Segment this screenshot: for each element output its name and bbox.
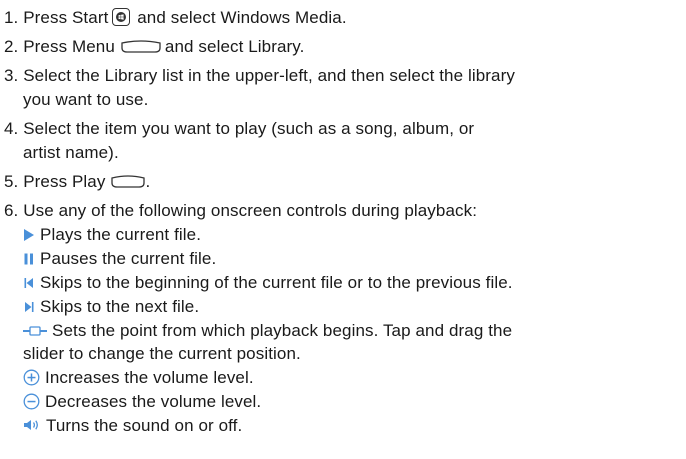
step-3: 3. Select the Library list in the upper-… xyxy=(4,64,682,112)
step-text: Press Menu xyxy=(23,37,115,56)
control-description-continued: slider to change the current position. xyxy=(23,344,301,363)
step-number: 3. xyxy=(4,66,19,85)
control-item-volume-up: Increases the volume level. xyxy=(23,366,682,389)
control-item-volume-down: Decreases the volume level. xyxy=(23,390,682,413)
left-soft-key-icon xyxy=(121,39,161,53)
right-soft-key-icon xyxy=(111,174,146,188)
control-item-seek-slider: Sets the point from which playback begin… xyxy=(23,319,682,365)
control-description: Pauses the current file. xyxy=(40,249,217,268)
step-text-after: and select Windows Media. xyxy=(137,8,347,27)
step-text-continued: artist name). xyxy=(23,143,119,162)
control-item-next: Skips to the next file. xyxy=(23,295,682,318)
control-description: Skips to the next file. xyxy=(40,297,200,316)
control-description: Plays the current file. xyxy=(40,225,202,244)
step-number: 1. xyxy=(4,8,19,27)
instructions-document: 1. Press Start and select Windows Media.… xyxy=(0,0,686,459)
play-icon xyxy=(24,228,34,241)
step-text: Press Play xyxy=(23,172,106,191)
next-icon xyxy=(25,301,34,312)
step-2: 2. Press Menu and select Library. xyxy=(4,35,682,59)
step-text: Select the item you want to play (such a… xyxy=(23,119,475,138)
previous-icon xyxy=(24,277,33,288)
step-text-after: and select Library. xyxy=(164,37,305,56)
step-text: Use any of the following onscreen contro… xyxy=(23,201,478,220)
step-text-continued: you want to use. xyxy=(23,90,149,109)
step-text-after: . xyxy=(145,172,151,191)
playback-controls-list: Plays the current file. Pauses the curre… xyxy=(4,223,682,437)
step-number: 6. xyxy=(4,201,19,220)
control-description: Skips to the beginning of the current fi… xyxy=(40,273,513,292)
step-4: 4. Select the item you want to play (suc… xyxy=(4,117,682,165)
step-number: 5. xyxy=(4,172,19,191)
step-text: Select the Library list in the upper-lef… xyxy=(23,66,515,85)
control-item-mute: Turns the sound on or off. xyxy=(23,414,682,437)
control-item-play: Plays the current file. xyxy=(23,223,682,246)
control-description: Turns the sound on or off. xyxy=(46,416,243,435)
volume-down-icon xyxy=(23,393,40,409)
step-6: 6. Use any of the following onscreen con… xyxy=(4,199,682,223)
step-number: 4. xyxy=(4,119,19,138)
control-description: Sets the point from which playback begin… xyxy=(52,321,513,340)
step-number: 2. xyxy=(4,37,19,56)
step-5: 5. Press Play. xyxy=(4,170,682,194)
step-text: Press Start xyxy=(23,8,109,27)
speaker-mute-icon xyxy=(24,420,38,431)
control-item-previous: Skips to the beginning of the current fi… xyxy=(23,271,682,294)
volume-up-icon xyxy=(23,369,40,385)
control-item-pause: Pauses the current file. xyxy=(23,247,682,270)
control-description: Increases the volume level. xyxy=(45,368,254,387)
step-1: 1. Press Start and select Windows Media. xyxy=(4,6,682,30)
seek-slider-icon xyxy=(23,325,47,336)
windows-start-key-icon xyxy=(112,8,131,27)
control-description: Decreases the volume level. xyxy=(45,392,262,411)
pause-icon xyxy=(24,253,33,265)
